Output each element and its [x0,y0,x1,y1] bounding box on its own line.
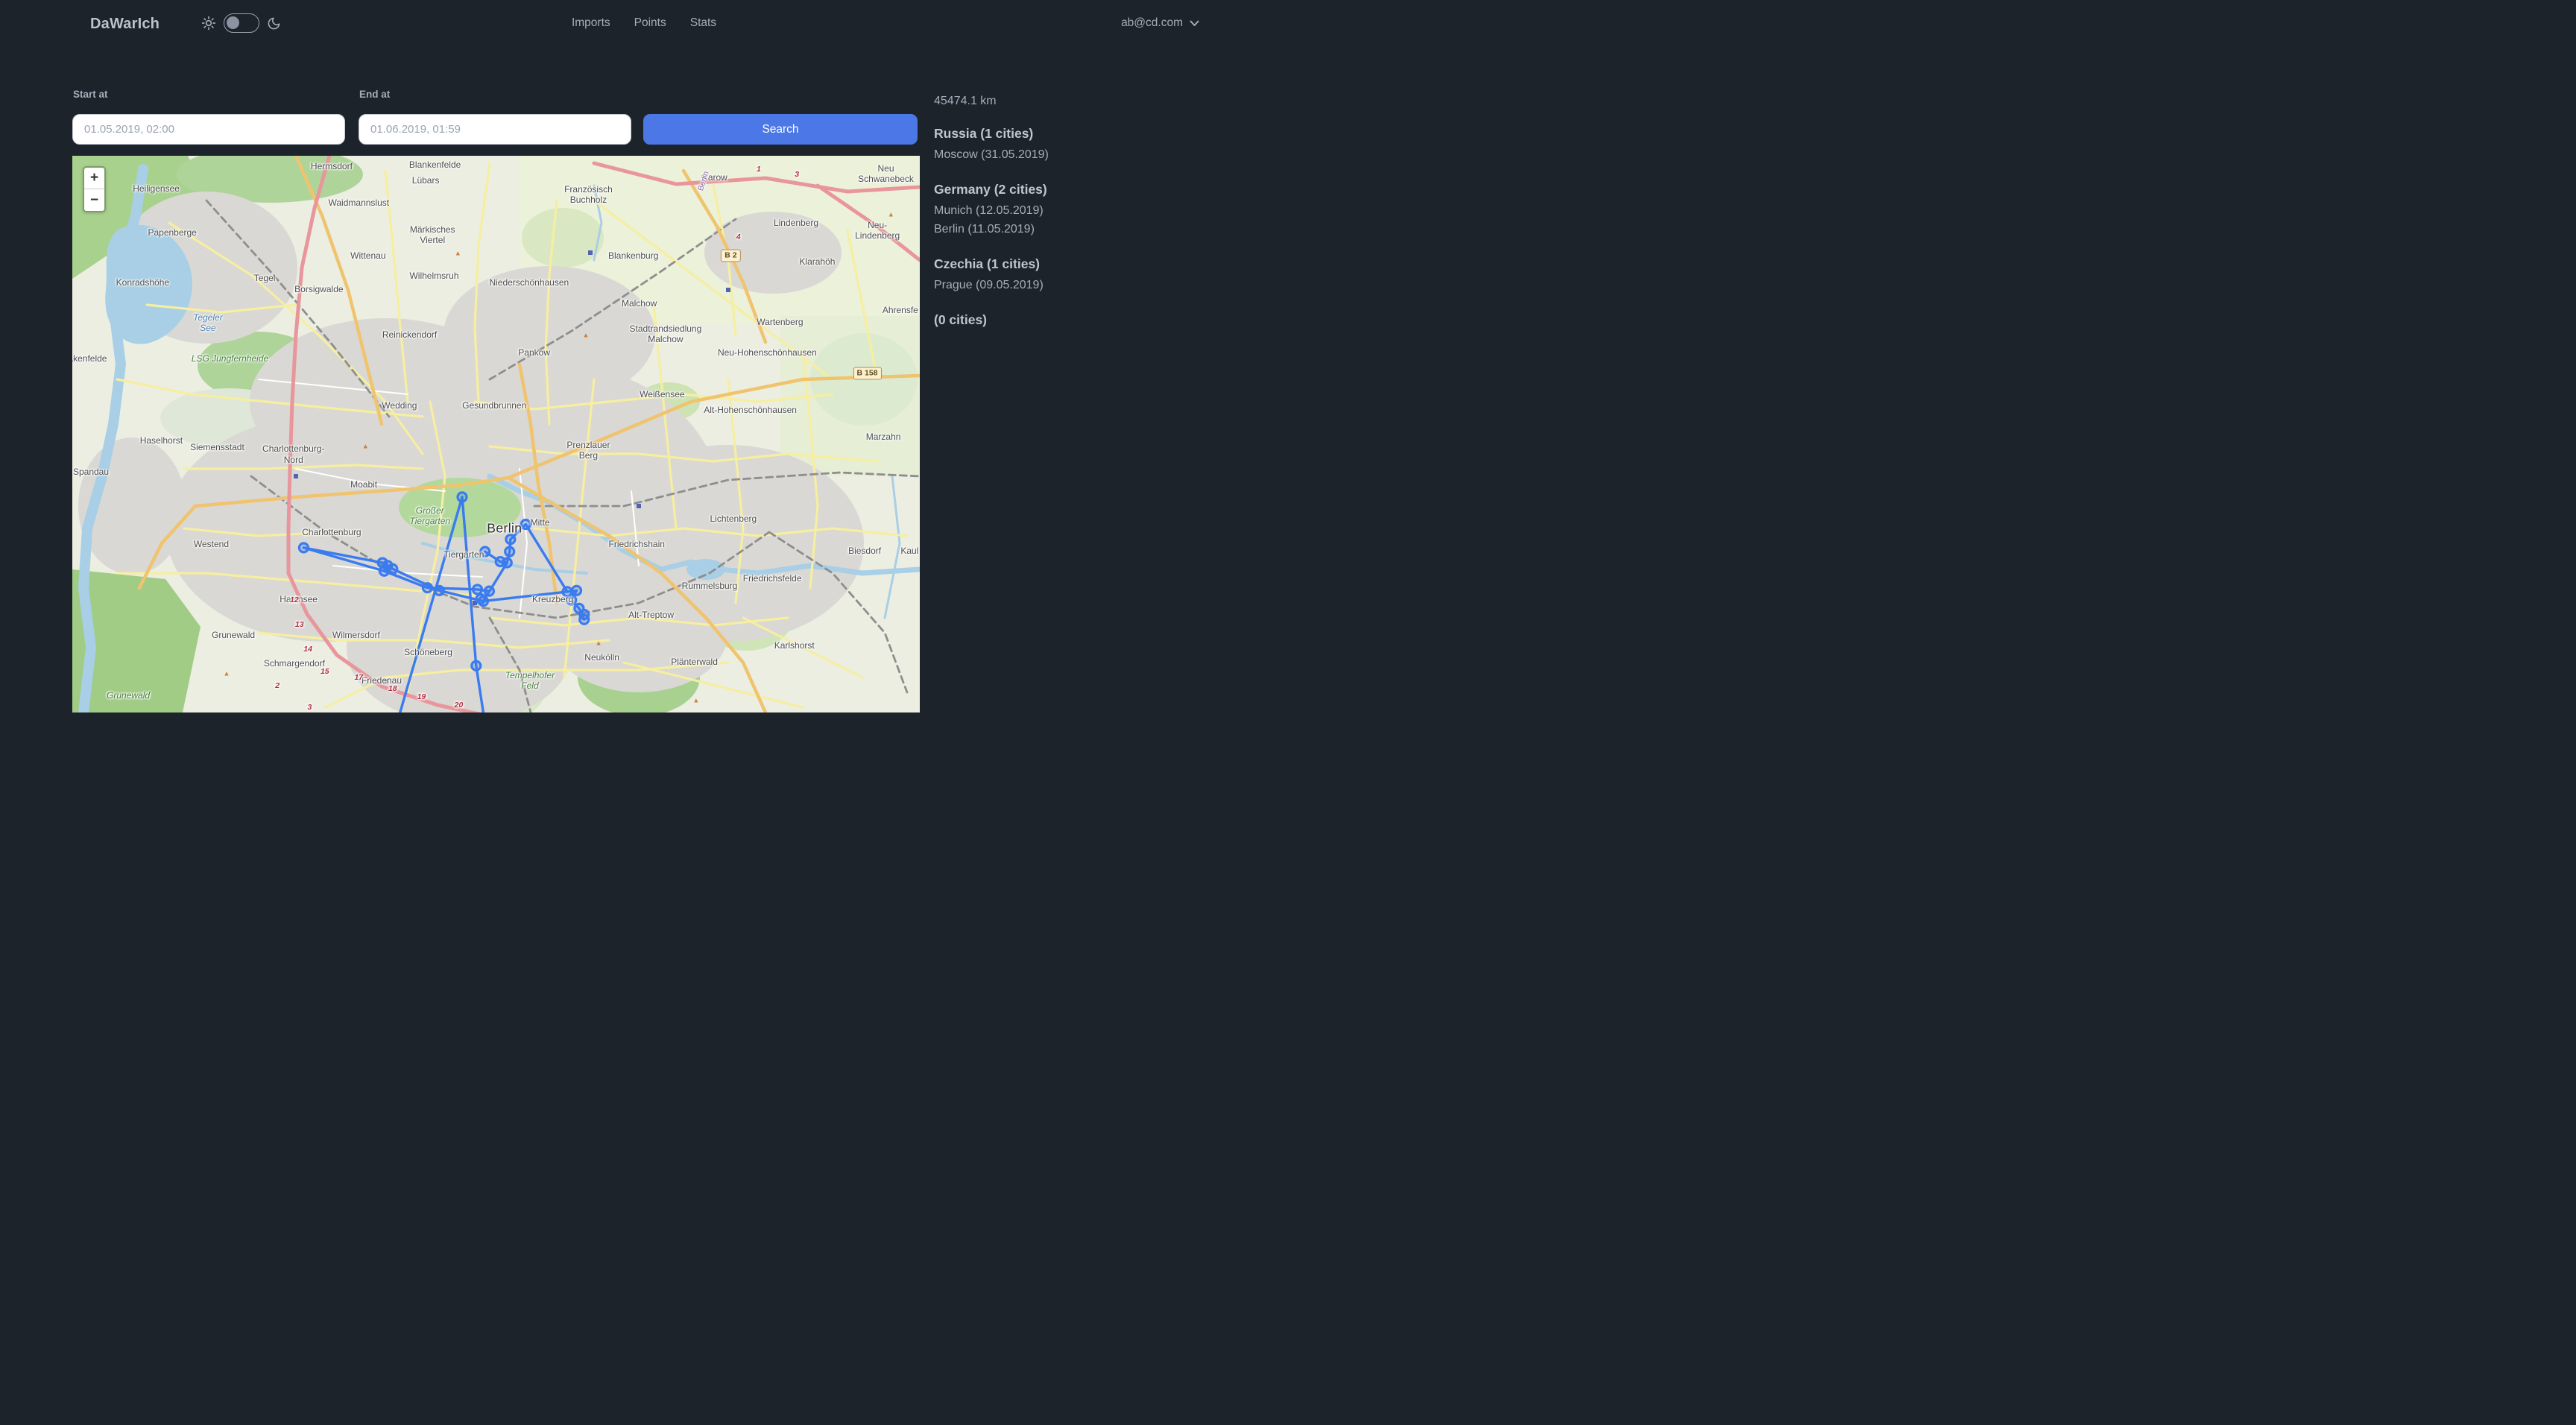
route-marker[interactable] [473,585,482,594]
theme-switch-knob [227,16,239,29]
total-distance: 45474.1 km [934,95,1180,108]
country-heading: Russia (1 cities) [934,126,1180,142]
zoom-in-button[interactable]: + [84,168,104,189]
route-marker[interactable] [458,493,467,502]
nav-link-imports[interactable]: Imports [572,16,610,30]
user-email: ab@cd.com [1121,16,1183,30]
route-marker[interactable] [567,595,576,604]
theme-switch[interactable] [224,13,259,33]
start-at-input[interactable] [72,114,345,145]
map[interactable]: HermsdorfBlankenfeldeLübarsFranzösisch B… [72,156,920,712]
map-zoom-control: + − [83,166,106,212]
route-marker[interactable] [472,661,481,670]
moon-icon [267,16,281,31]
navbar: DaWarIch Imports Points Stats ab@cd.com [0,0,1288,48]
route-marker[interactable] [476,595,485,604]
country-list: Russia (1 cities) Moscow (31.05.2019) Germ… [934,126,1180,328]
map-canvas [72,156,920,712]
route-marker[interactable] [299,543,308,552]
country-heading: Germany (2 cities) [934,182,1180,198]
route-marker[interactable] [505,547,514,556]
sun-icon [201,16,216,31]
country-heading: (0 cities) [934,312,1180,328]
end-at-input[interactable] [359,114,631,145]
route-marker[interactable] [580,615,589,624]
nav-link-points[interactable]: Points [634,16,666,30]
route-marker[interactable] [379,566,388,575]
country-heading: Czechia (1 cities) [934,256,1180,272]
route-marker[interactable] [484,587,493,595]
route-marker[interactable] [502,558,511,567]
search-button[interactable]: Search [643,114,918,145]
route-marker[interactable] [506,535,515,544]
zoom-out-button[interactable]: − [84,189,104,211]
city-entry: Munich (12.05.2019) [934,201,1180,220]
city-entry: Berlin (11.05.2019) [934,220,1180,238]
city-entry: Prague (09.05.2019) [934,276,1180,294]
user-menu[interactable]: ab@cd.com [1121,16,1199,30]
route-marker[interactable] [572,586,581,595]
chevron-down-icon [1190,20,1199,27]
route-marker[interactable] [423,584,432,593]
city-entry: Moscow (31.05.2019) [934,145,1180,164]
nav-link-stats[interactable]: Stats [690,16,716,30]
start-at-label: Start at [73,89,108,100]
app-logo: DaWarIch [90,16,160,33]
route-marker[interactable] [435,586,443,595]
end-at-label: End at [359,89,390,100]
theme-toggle-group [201,13,281,33]
route-marker[interactable] [481,547,490,556]
main-nav: Imports Points Stats [572,16,716,30]
route-marker[interactable] [521,520,530,529]
stats-panel: 45474.1 km Russia (1 cities) Moscow (31.0… [934,95,1180,332]
